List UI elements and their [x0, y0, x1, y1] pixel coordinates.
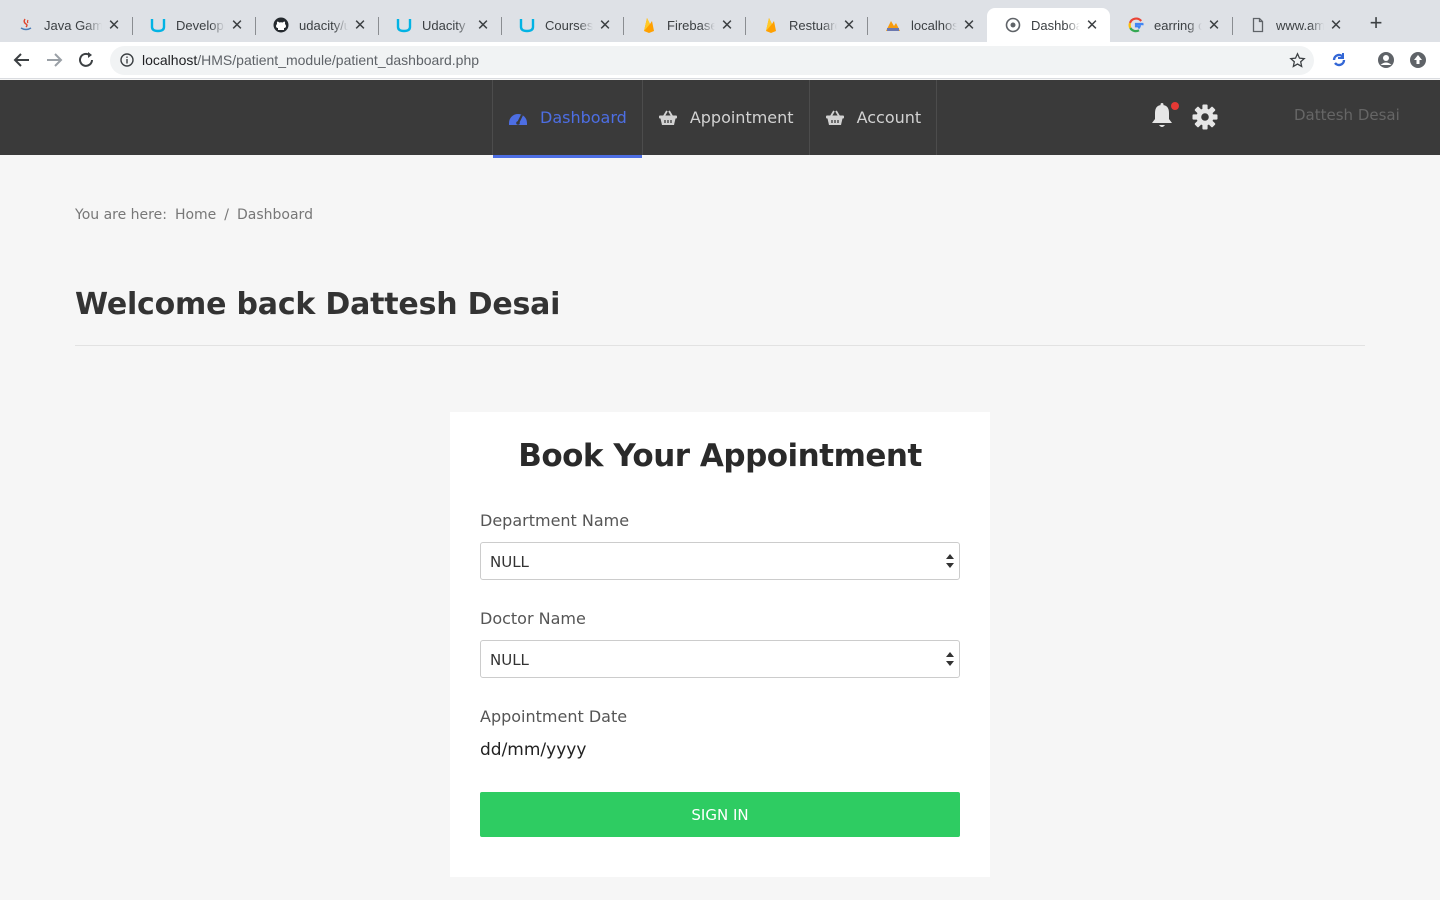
page-icon	[1005, 17, 1021, 33]
nav-label: Dashboard	[540, 108, 627, 127]
tab-title: udacity/ud	[299, 17, 348, 33]
profile-icon[interactable]	[1377, 51, 1395, 69]
browser-tab-strip: Java Games ✕ Developing ✕ udacity/ud ✕ U…	[0, 0, 1440, 42]
url-text: localhost/HMS/patient_module/patient_das…	[142, 52, 479, 68]
udacity-icon	[519, 17, 535, 33]
appointment-date-input[interactable]: dd/mm/yyyy	[480, 740, 680, 764]
browser-tab[interactable]: Java Games ✕	[0, 8, 133, 42]
new-tab-button[interactable]: +	[1366, 12, 1386, 34]
settings-gear-icon[interactable]	[1192, 104, 1218, 130]
document-icon	[1250, 17, 1266, 33]
tab-title: Courses |	[545, 17, 593, 33]
github-icon	[273, 17, 289, 33]
select-arrows-icon	[946, 554, 954, 568]
close-icon[interactable]: ✕	[719, 16, 735, 34]
browser-tab[interactable]: Developing ✕	[132, 8, 256, 42]
doctor-label: Doctor Name	[480, 609, 586, 628]
close-icon[interactable]: ✕	[961, 16, 977, 34]
close-icon[interactable]: ✕	[475, 16, 491, 34]
tab-title: www.ama	[1276, 17, 1324, 33]
doctor-select[interactable]: NULL	[480, 640, 960, 678]
user-name[interactable]: Dattesh Desai	[1294, 106, 1400, 124]
nav-item-account[interactable]: Account	[808, 80, 938, 155]
department-label: Department Name	[480, 511, 630, 530]
tab-title: earring on	[1154, 17, 1202, 33]
close-icon[interactable]: ✕	[229, 16, 245, 34]
browser-tab[interactable]: www.ama ✕	[1232, 8, 1354, 42]
firebase-icon	[641, 17, 657, 33]
back-arrow-icon[interactable]	[12, 50, 32, 70]
dashboard-icon	[508, 108, 528, 128]
google-icon	[1128, 17, 1144, 33]
breadcrumb-prefix: You are here:	[75, 207, 167, 223]
info-icon[interactable]	[120, 53, 134, 67]
browser-tab-active[interactable]: Dashboard ✕	[987, 8, 1110, 42]
browser-tab[interactable]: Restuarent ✕	[745, 8, 868, 42]
select-arrows-icon	[946, 652, 954, 666]
notification-badge	[1171, 102, 1179, 110]
breadcrumb-home-link[interactable]: Home	[175, 207, 216, 223]
close-icon[interactable]: ✕	[106, 16, 122, 34]
url-host: localhost	[142, 52, 198, 68]
browser-tab[interactable]: udacity/ud ✕	[255, 8, 379, 42]
tab-title: Udacity	[422, 17, 466, 33]
tab-title: localhost /	[911, 17, 957, 33]
close-icon[interactable]: ✕	[352, 16, 368, 34]
nav-item-appointment[interactable]: Appointment	[641, 80, 809, 155]
breadcrumb-separator: /	[224, 207, 229, 223]
close-icon[interactable]: ✕	[841, 16, 857, 34]
breadcrumb: You are here: Home / Dashboard	[75, 207, 313, 223]
nav-item-dashboard[interactable]: Dashboard	[492, 80, 642, 158]
date-label: Appointment Date	[480, 707, 628, 726]
update-icon[interactable]	[1409, 51, 1427, 69]
phpmyadmin-icon	[885, 17, 901, 33]
browser-tab[interactable]: Firebase ✕	[623, 8, 746, 42]
address-bar[interactable]: localhost/HMS/patient_module/patient_das…	[110, 46, 1314, 75]
browser-tab[interactable]: Udacity ✕	[378, 8, 502, 42]
app-header: Dashboard Appointment Account	[0, 80, 1440, 158]
firebase-icon	[763, 17, 779, 33]
browser-toolbar: localhost/HMS/patient_module/patient_das…	[0, 42, 1440, 79]
tab-title: Dashboard	[1031, 17, 1080, 33]
browser-tab[interactable]: earring on ✕	[1110, 8, 1233, 42]
browser-tab[interactable]: Courses | ✕	[501, 8, 624, 42]
udacity-icon	[150, 17, 166, 33]
java-icon	[18, 17, 34, 33]
breadcrumb-current: Dashboard	[237, 207, 313, 223]
doctor-selected-value: NULL	[490, 651, 529, 669]
basket-icon	[658, 108, 678, 128]
divider	[75, 345, 1365, 346]
browser-tab[interactable]: localhost / ✕	[867, 8, 987, 42]
department-selected-value: NULL	[490, 553, 529, 571]
udacity-icon	[396, 17, 412, 33]
url-path: /HMS/patient_module/patient_dashboard.ph…	[197, 52, 480, 68]
department-select[interactable]: NULL	[480, 542, 960, 580]
sign-in-button[interactable]: SIGN IN	[480, 792, 960, 837]
nav-label: Appointment	[689, 108, 794, 127]
tab-title: Developing	[176, 17, 225, 33]
main-nav: Dashboard Appointment Account	[492, 80, 938, 158]
tab-title: Java Games	[44, 17, 102, 33]
forward-arrow-icon[interactable]	[44, 50, 64, 70]
close-icon[interactable]: ✕	[1084, 16, 1100, 34]
reload-icon[interactable]	[76, 50, 96, 70]
sync-extension-icon[interactable]	[1330, 51, 1348, 69]
nav-label: Account	[856, 108, 922, 127]
close-icon[interactable]: ✕	[597, 16, 613, 34]
bookmark-star-icon[interactable]	[1289, 52, 1306, 69]
close-icon[interactable]: ✕	[1206, 16, 1222, 34]
tab-title: Restuarent	[789, 17, 837, 33]
basket-icon	[825, 108, 845, 128]
form-title: Book Your Appointment	[518, 438, 922, 474]
close-icon[interactable]: ✕	[1328, 16, 1344, 34]
page-title: Welcome back Dattesh Desai	[75, 287, 561, 322]
tab-title: Firebase	[667, 17, 715, 33]
